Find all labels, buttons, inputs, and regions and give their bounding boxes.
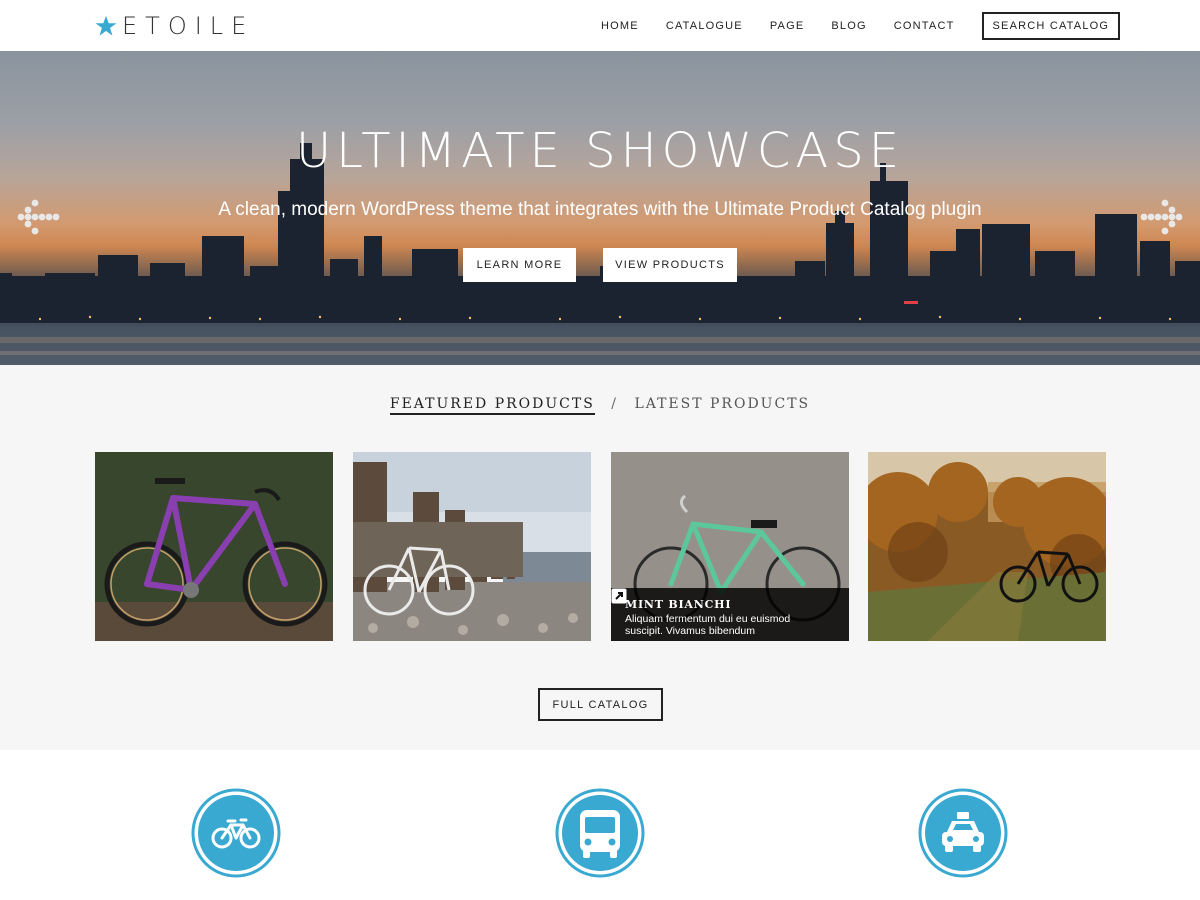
mountain-bike-autumn-image [868,452,1106,641]
bus-icon [555,788,645,878]
product-card[interactable] [868,452,1106,641]
product-card[interactable]: MINT BIANCHI Aliquam fermentum dui eu eu… [611,452,849,641]
product-title: MINT BIANCHI [625,598,732,611]
tab-separator: / [611,396,618,412]
product-description: Aliquam fermentum dui eu euismod suscipi… [625,613,791,637]
hero-subtitle: A clean, modern WordPress theme that int… [218,199,982,220]
product-tabs: FEATURED PRODUCTS / LATEST PRODUCTS [0,396,1200,415]
external-link-icon[interactable] [611,588,627,604]
slider-next-arrow-icon[interactable] [1137,199,1185,235]
view-products-button[interactable]: VIEW PRODUCTS [603,248,737,282]
main-nav: HOME CATALOGUE PAGE BLOG CONTACT SEARCH … [601,0,1121,51]
search-catalog-button[interactable]: SEARCH CATALOG [981,11,1121,40]
nav-item-catalogue[interactable]: CATALOGUE [666,20,743,32]
brand-name: ETOILE [122,12,255,40]
product-caption: MINT BIANCHI Aliquam fermentum dui eu eu… [611,588,849,641]
slider-prev-arrow-icon[interactable] [15,199,63,235]
nav-item-home[interactable]: HOME [601,20,639,32]
star-icon [95,15,117,36]
tab-latest-products[interactable]: LATEST PRODUCTS [634,396,810,412]
bicycle-icon [191,788,281,878]
nav-item-contact[interactable]: CONTACT [894,20,955,32]
product-card[interactable] [95,452,333,641]
hero-slider: ULTIMATE SHOWCASE A clean, modern WordPr… [0,51,1200,365]
tab-featured-products[interactable]: FEATURED PRODUCTS [389,396,595,415]
nav-item-blog[interactable]: BLOG [831,20,866,32]
full-catalog-button[interactable]: FULL CATALOG [538,688,663,721]
purple-road-bike-image [95,452,333,641]
nav-item-page[interactable]: PAGE [770,20,805,32]
taxi-icon [918,788,1008,878]
site-header: ETOILE HOME CATALOGUE PAGE BLOG CONTACT … [0,0,1200,51]
site-logo[interactable]: ETOILE [95,12,254,40]
product-card[interactable] [353,452,591,641]
products-section: FEATURED PRODUCTS / LATEST PRODUCTS MINT… [0,365,1200,750]
white-bike-beach-image [353,452,591,641]
hero-title: ULTIMATE SHOWCASE [295,123,905,179]
learn-more-button[interactable]: LEARN MORE [463,248,576,282]
